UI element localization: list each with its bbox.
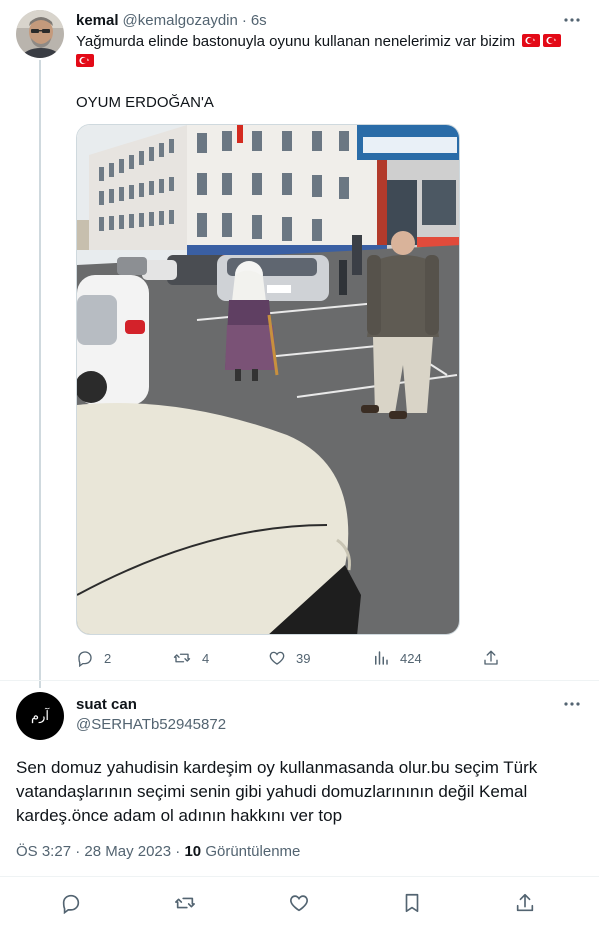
tweet-text-line1: Yağmurda elinde bastonuyla oyunu kullana…	[76, 33, 516, 50]
divider	[0, 680, 599, 681]
share-icon	[484, 650, 498, 665]
retweet-count: 4	[202, 650, 210, 666]
heart-icon	[269, 651, 285, 665]
turkey-flag-icon	[543, 34, 562, 47]
display-name[interactable]: kemal	[76, 12, 119, 29]
tweet-photo[interactable]	[76, 124, 460, 635]
separator-dot: ·	[241, 11, 247, 29]
share-icon	[516, 893, 534, 912]
share-action[interactable]	[482, 648, 500, 668]
reply-count: 2	[104, 650, 112, 666]
bookmark-button[interactable]	[401, 890, 423, 916]
retweet-icon	[173, 653, 191, 663]
reply-display-name[interactable]: suat can	[76, 696, 137, 713]
reply-user-handle[interactable]: @SERHATb52945872	[76, 716, 226, 733]
reply-tweet-text: Sen domuz yahudisin kardeşim oy kullanma…	[16, 758, 538, 825]
reply-action[interactable]: 2	[76, 648, 111, 668]
views-count: 424	[400, 650, 422, 666]
separator-dot: ·	[75, 843, 81, 860]
reply-bubble-icon	[78, 651, 92, 667]
views-label: Görüntülenme	[205, 843, 301, 860]
retweet-button[interactable]	[173, 890, 197, 916]
like-button[interactable]	[288, 890, 310, 916]
tweet-meta: ÖS 3:27 · 28 May 2023 · 10 Görüntülenme	[16, 843, 300, 860]
bookmark-icon	[405, 893, 419, 913]
views-action[interactable]: 424	[372, 648, 422, 668]
tweet-date[interactable]: 28 May 2023	[84, 843, 171, 860]
user-handle[interactable]: @kemalgozaydin	[123, 12, 238, 29]
tweet-header: kemal @kemalgozaydin · 6s	[76, 10, 267, 30]
divider	[0, 876, 599, 877]
reply-more-options-button[interactable]	[562, 694, 582, 714]
more-options-button[interactable]	[562, 10, 582, 30]
reply-bubble-icon	[62, 894, 80, 914]
parent-tweet[interactable]: kemal @kemalgozaydin · 6s Yağmurda elind…	[0, 0, 599, 688]
turkey-flag-icon	[522, 34, 541, 47]
tweet-time[interactable]: ÖS 3:27	[16, 843, 71, 860]
retweet-icon	[175, 897, 195, 909]
share-button[interactable]	[514, 890, 536, 916]
avatar-text: آرم	[31, 708, 49, 724]
like-action[interactable]: 39	[268, 648, 310, 668]
avatar-suat-can[interactable]: آرم	[16, 692, 64, 740]
bar-chart-icon	[375, 651, 388, 665]
like-count: 39	[296, 650, 311, 666]
avatar-kemal[interactable]	[16, 10, 64, 58]
more-dots-icon	[564, 18, 580, 22]
tweet-text-line2: OYUM ERDOĞAN'A	[76, 94, 214, 111]
heart-icon	[290, 895, 308, 912]
tweet-text: Yağmurda elinde bastonuyla oyunu kullana…	[76, 32, 576, 72]
thread-connector-line	[39, 60, 41, 688]
more-dots-icon	[564, 702, 580, 706]
retweet-action[interactable]: 4	[172, 648, 209, 668]
turkey-flag-icon	[76, 54, 94, 67]
separator-dot: ·	[175, 843, 181, 860]
reply-button[interactable]	[60, 890, 82, 916]
tweet-time[interactable]: 6s	[251, 12, 267, 29]
views-count: 10	[184, 843, 202, 860]
